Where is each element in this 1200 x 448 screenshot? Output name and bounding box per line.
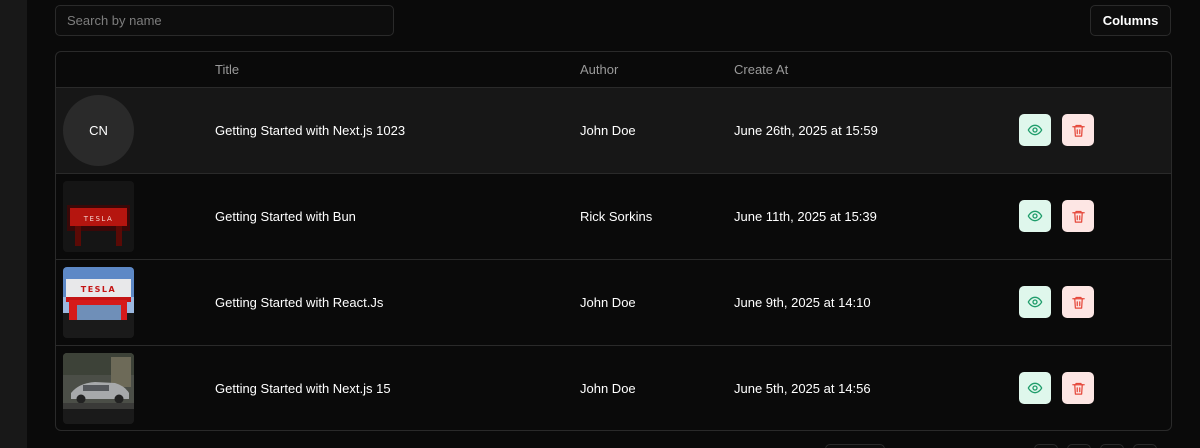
delete-button[interactable] bbox=[1062, 286, 1094, 318]
first-page-button[interactable] bbox=[1034, 444, 1058, 448]
row-thumbnail bbox=[63, 353, 134, 424]
row-title: Getting Started with Next.js 15 bbox=[215, 381, 391, 396]
last-page-button[interactable] bbox=[1133, 444, 1157, 448]
table-row[interactable]: CN Getting Started with Next.js 1023 Joh… bbox=[56, 88, 1171, 174]
header-title[interactable]: Title bbox=[215, 62, 239, 77]
table-row[interactable]: TESLA Getting Started with Bun Rick Sork… bbox=[56, 174, 1171, 260]
row-author: Rick Sorkins bbox=[580, 209, 653, 224]
avatar: CN bbox=[63, 95, 134, 166]
trash-icon bbox=[1071, 296, 1085, 309]
next-page-button[interactable] bbox=[1100, 444, 1124, 448]
svg-text:TESLA: TESLA bbox=[81, 285, 116, 294]
delete-button[interactable] bbox=[1062, 200, 1094, 232]
row-created: June 26th, 2025 at 15:59 bbox=[734, 123, 878, 138]
search-input[interactable] bbox=[55, 5, 394, 36]
trash-icon bbox=[1071, 382, 1085, 395]
eye-icon bbox=[1027, 382, 1043, 394]
view-button[interactable] bbox=[1019, 372, 1051, 404]
row-thumbnail: CN bbox=[63, 95, 134, 166]
row-thumbnail: TESLA bbox=[63, 267, 134, 338]
view-button[interactable] bbox=[1019, 114, 1051, 146]
header-created[interactable]: Create At bbox=[734, 62, 788, 77]
trash-icon bbox=[1071, 210, 1085, 223]
view-button[interactable] bbox=[1019, 286, 1051, 318]
eye-icon bbox=[1027, 296, 1043, 308]
trash-icon bbox=[1071, 124, 1085, 137]
eye-icon bbox=[1027, 124, 1043, 136]
row-title: Getting Started with Next.js 1023 bbox=[215, 123, 406, 138]
delete-button[interactable] bbox=[1062, 114, 1094, 146]
delete-button[interactable] bbox=[1062, 372, 1094, 404]
post-image bbox=[63, 353, 134, 424]
row-created: June 5th, 2025 at 14:56 bbox=[734, 381, 871, 396]
row-created: June 9th, 2025 at 14:10 bbox=[734, 295, 871, 310]
table-header: Title Author Create At bbox=[56, 52, 1171, 88]
columns-button[interactable]: Columns bbox=[1090, 5, 1171, 36]
row-author: John Doe bbox=[580, 123, 636, 138]
row-author: John Doe bbox=[580, 295, 636, 310]
row-author: John Doe bbox=[580, 381, 636, 396]
posts-table: Title Author Create At CN Getting Starte… bbox=[55, 51, 1172, 431]
post-image: TESLA bbox=[63, 181, 134, 252]
post-image: TESLA bbox=[63, 267, 134, 338]
row-title: Getting Started with Bun bbox=[215, 209, 356, 224]
svg-text:TESLA: TESLA bbox=[83, 215, 114, 223]
eye-icon bbox=[1027, 210, 1043, 222]
row-thumbnail: TESLA bbox=[63, 181, 134, 252]
header-author[interactable]: Author bbox=[580, 62, 618, 77]
view-button[interactable] bbox=[1019, 200, 1051, 232]
rows-per-page-select[interactable] bbox=[825, 444, 885, 448]
previous-page-button[interactable] bbox=[1067, 444, 1091, 448]
sidebar-edge bbox=[0, 0, 27, 448]
row-title: Getting Started with React.Js bbox=[215, 295, 384, 310]
row-created: June 11th, 2025 at 15:39 bbox=[734, 209, 877, 224]
table-row[interactable]: Getting Started with Next.js 15 John Doe… bbox=[56, 346, 1171, 430]
table-row[interactable]: TESLA Getting Started with React.Js John… bbox=[56, 260, 1171, 346]
